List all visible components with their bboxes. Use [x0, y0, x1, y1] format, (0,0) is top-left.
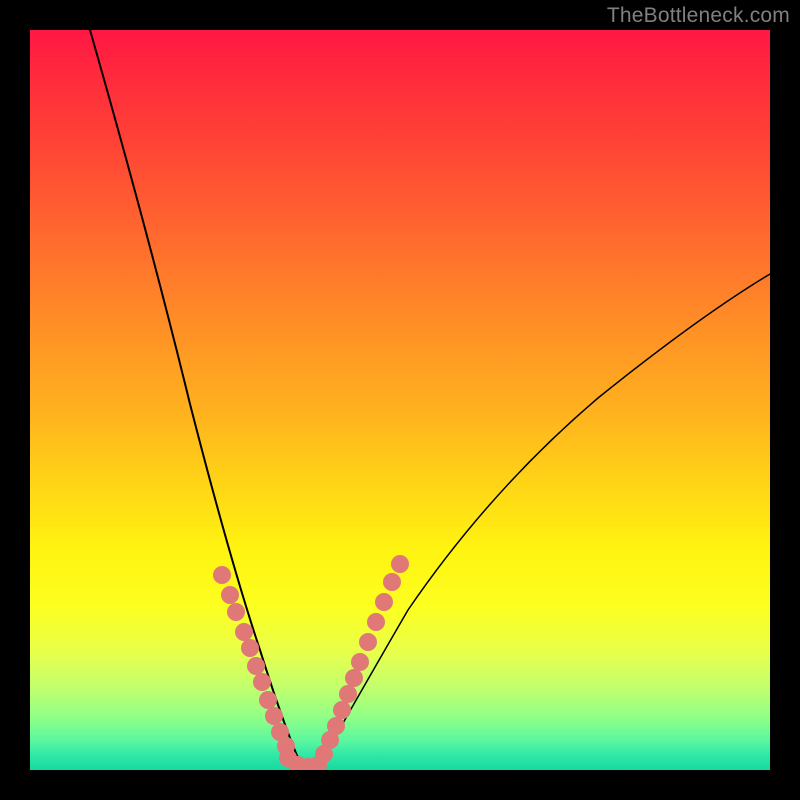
- chart-frame: TheBottleneck.com: [0, 0, 800, 800]
- left-curve: [90, 30, 298, 758]
- dot-cluster-right: [315, 555, 409, 763]
- chart-svg: [30, 30, 770, 770]
- right-curve: [320, 274, 770, 764]
- dot-cluster-left: [213, 566, 295, 755]
- plot-area: [30, 30, 770, 770]
- watermark-text: TheBottleneck.com: [607, 4, 790, 28]
